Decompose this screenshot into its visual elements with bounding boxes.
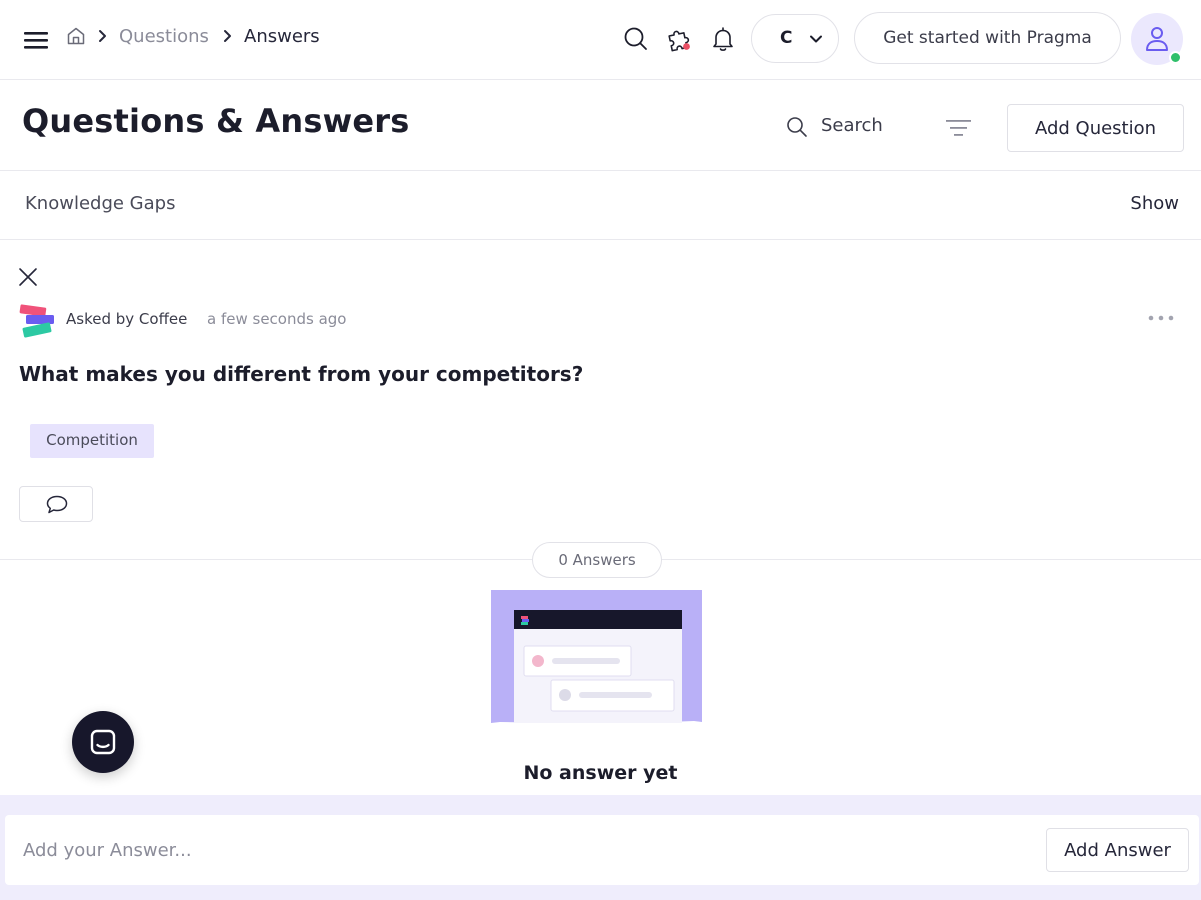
user-icon — [1146, 27, 1168, 51]
asked-time: a few seconds ago — [207, 310, 347, 328]
close-icon[interactable] — [18, 267, 38, 287]
page-title: Questions & Answers — [22, 102, 410, 140]
question-tag[interactable]: Competition — [30, 424, 154, 458]
integrations-puzzle-icon[interactable] — [665, 25, 693, 53]
comment-icon — [46, 495, 68, 514]
search-icon — [787, 117, 807, 137]
top-bar: Questions Answers C Get started with Pra… — [0, 0, 1201, 80]
breadcrumb-answers: Answers — [244, 26, 320, 47]
get-started-button[interactable]: Get started with Pragma — [854, 12, 1121, 64]
knowledge-gaps-bar: Knowledge Gaps Show — [0, 171, 1201, 240]
chevron-right-icon — [99, 30, 106, 42]
answers-count: 0 Answers — [532, 542, 662, 578]
comment-button[interactable] — [19, 486, 93, 522]
breadcrumb-questions[interactable]: Questions — [119, 26, 209, 48]
knowledge-gaps-show-toggle[interactable]: Show — [1130, 193, 1179, 214]
user-avatar[interactable] — [1131, 13, 1183, 65]
search-icon[interactable] — [622, 25, 650, 53]
page-header: Questions & Answers Search Add Question — [0, 80, 1201, 171]
filter-icon[interactable] — [946, 118, 972, 138]
add-question-button[interactable]: Add Question — [1007, 104, 1184, 152]
answer-composer: Add Answer — [0, 795, 1201, 900]
more-options-icon[interactable] — [1148, 314, 1174, 322]
chevron-right-icon — [224, 30, 231, 42]
home-icon[interactable] — [66, 26, 86, 46]
question-title: What makes you different from your compe… — [19, 362, 584, 386]
answer-box: Add Answer — [5, 815, 1199, 885]
knowledge-gaps-label: Knowledge Gaps — [25, 193, 176, 214]
search-label: Search — [821, 115, 883, 136]
workspace-initial: C — [780, 28, 793, 48]
chat-icon — [90, 729, 116, 755]
empty-state-illustration — [491, 590, 702, 723]
asker-logo-icon — [19, 304, 54, 338]
online-status-dot — [1169, 51, 1182, 64]
add-answer-button[interactable]: Add Answer — [1046, 828, 1189, 872]
bell-icon[interactable] — [709, 25, 737, 53]
workspace-selector[interactable]: C — [751, 14, 839, 63]
chat-launcher-button[interactable] — [72, 711, 134, 773]
answer-input[interactable] — [5, 815, 1035, 885]
menu-icon[interactable] — [24, 30, 48, 50]
chevron-down-icon — [810, 35, 822, 43]
asked-by: Asked by Coffee — [66, 310, 188, 328]
empty-state-text: No answer yet — [523, 762, 678, 784]
